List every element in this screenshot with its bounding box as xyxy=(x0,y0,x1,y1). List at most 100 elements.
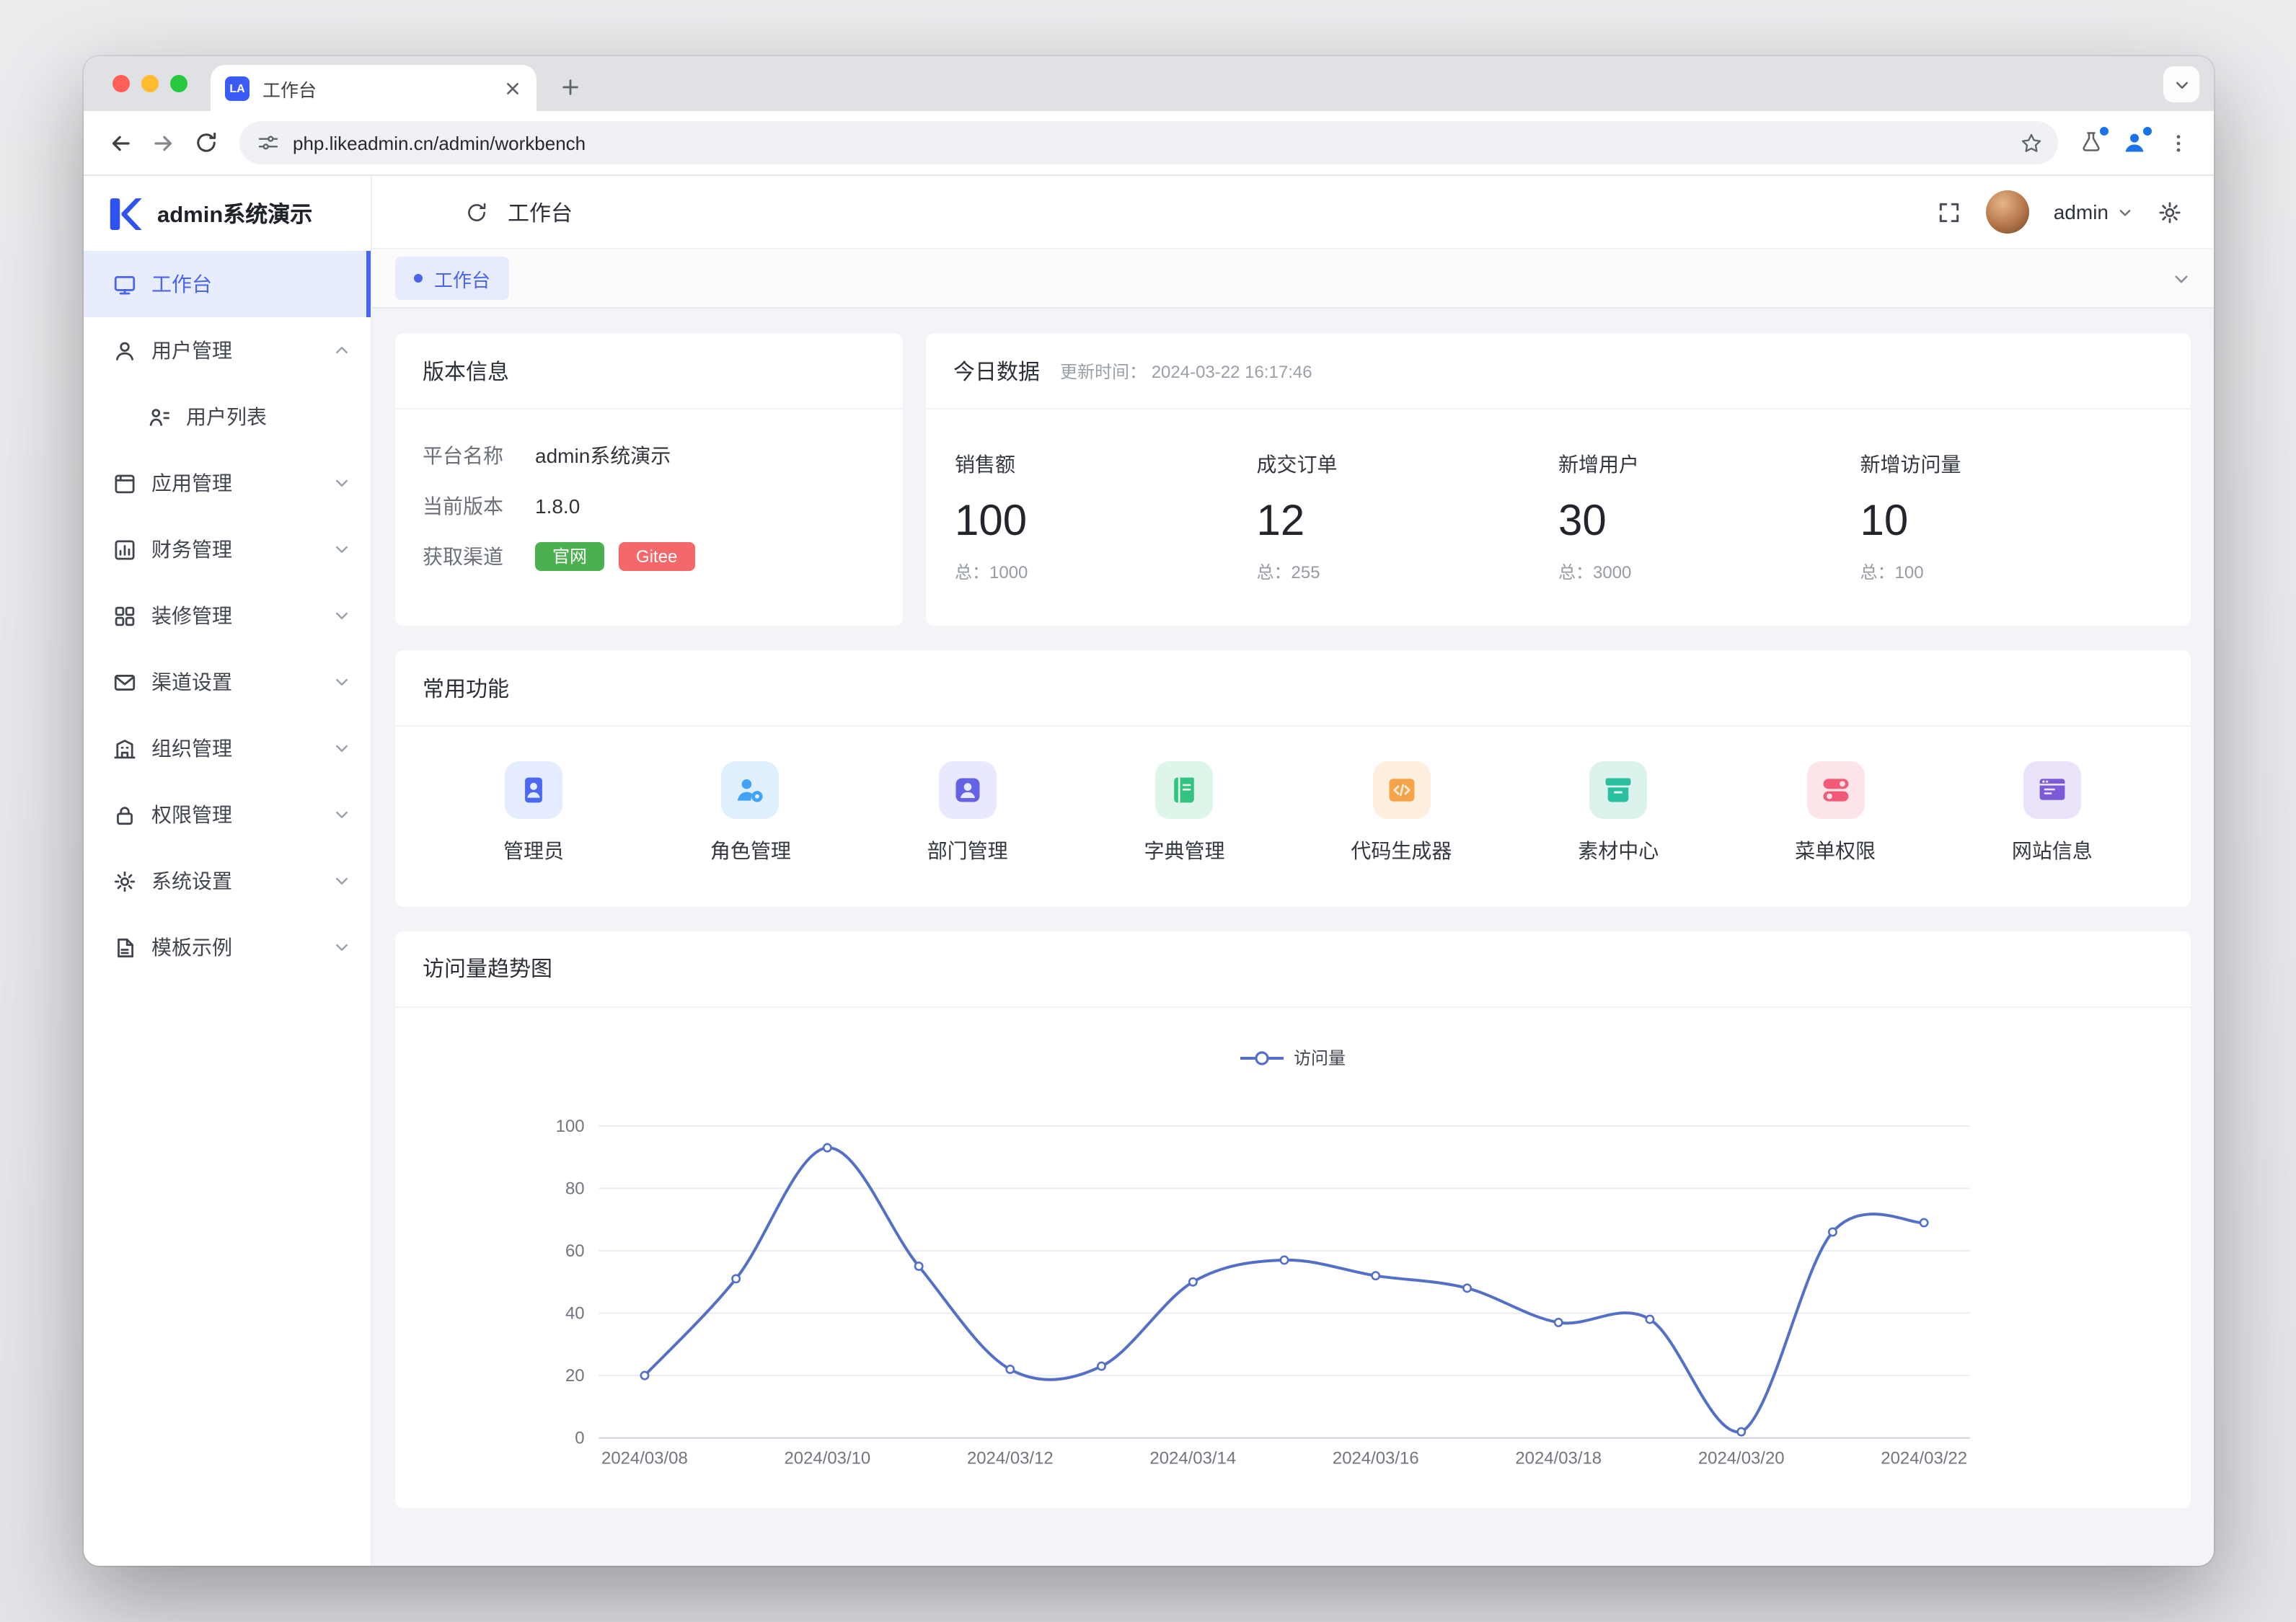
chevron-down-icon xyxy=(333,541,350,558)
svg-text:100: 100 xyxy=(556,1116,585,1135)
channel-tag-官网[interactable]: 官网 xyxy=(535,541,604,570)
quick-item-website-info[interactable]: 网站信息 xyxy=(1992,761,2113,865)
new-tab-button[interactable] xyxy=(551,68,588,105)
profile-icon[interactable] xyxy=(2113,121,2156,164)
labs-beaker-icon[interactable] xyxy=(2070,121,2113,164)
tag-workbench[interactable]: 工作台 xyxy=(395,257,509,300)
quick-item-code-generator[interactable]: 代码生成器 xyxy=(1341,761,1462,865)
chart-legend-item[interactable]: 访问量 xyxy=(395,1037,2191,1080)
sidebar-item-workbench[interactable]: 工作台 xyxy=(84,251,371,317)
today-data-card: 今日数据 更新时间： 2024-03-22 16:17:46 销售额100总：1… xyxy=(926,333,2191,626)
sidebar-item-user-list[interactable]: 用户列表 xyxy=(84,384,371,450)
stat-new-visits: 新增访问量10总：100 xyxy=(1860,450,2163,584)
active-tag-label: 工作台 xyxy=(434,265,490,292)
sidebar-item-label: 系统设置 xyxy=(151,867,319,895)
sidebar-item-org-mgmt[interactable]: 组织管理 xyxy=(84,715,371,781)
role-mgmt-icon xyxy=(722,761,780,819)
svg-text:0: 0 xyxy=(575,1428,584,1448)
quick-item-admin[interactable]: 管理员 xyxy=(473,761,594,865)
quick-item-role-mgmt[interactable]: 角色管理 xyxy=(690,761,811,865)
sidebar-item-permission-mgmt[interactable]: 权限管理 xyxy=(84,781,371,848)
back-button[interactable] xyxy=(98,121,141,164)
quick-item-dept-mgmt[interactable]: 部门管理 xyxy=(907,761,1028,865)
user-dropdown[interactable]: admin xyxy=(2054,200,2133,223)
monitor-icon xyxy=(112,272,137,296)
site-info-icon[interactable] xyxy=(257,131,280,154)
quick-item-label: 部门管理 xyxy=(907,836,1028,865)
sidebar-item-finance-mgmt[interactable]: 财务管理 xyxy=(84,516,371,582)
chevron-down-icon xyxy=(333,939,350,956)
quick-item-label: 管理员 xyxy=(473,836,594,865)
sidebar-item-template-examples[interactable]: 模板示例 xyxy=(84,914,371,980)
active-tag-dot xyxy=(414,274,423,283)
tagbar-chevron-icon[interactable] xyxy=(2172,269,2191,288)
url-text: php.likeadmin.cn/admin/workbench xyxy=(293,132,2019,154)
channel-tag-Gitee[interactable]: Gitee xyxy=(619,541,694,570)
chart-card-title: 访问量趋势图 xyxy=(423,954,552,984)
sidebar-item-user-mgmt[interactable]: 用户管理 xyxy=(84,317,371,384)
fullscreen-icon[interactable] xyxy=(1937,200,1961,224)
user-icon xyxy=(112,338,137,363)
channel-row: 获取渠道官网Gitee xyxy=(423,531,875,581)
app-icon xyxy=(112,471,137,495)
stat-total: 总：1000 xyxy=(955,559,1257,584)
workbench-content: 版本信息 平台名称admin系统演示当前版本1.8.0获取渠道官网Gitee 今… xyxy=(372,309,2214,1566)
stat-value: 30 xyxy=(1558,497,1860,546)
chevron-up-icon xyxy=(333,342,350,359)
stat-label: 成交订单 xyxy=(1257,450,1559,479)
tab-close-icon[interactable] xyxy=(499,75,525,101)
website-info-icon xyxy=(2023,761,2081,819)
sidebar-menu: 工作台用户管理用户列表应用管理财务管理装修管理渠道设置组织管理权限管理系统设置模… xyxy=(84,251,371,1566)
user-list-icon xyxy=(147,404,172,429)
gear-icon xyxy=(112,869,137,893)
svg-text:2024/03/18: 2024/03/18 xyxy=(1515,1448,1602,1468)
sidebar-item-app-mgmt[interactable]: 应用管理 xyxy=(84,450,371,516)
svg-text:80: 80 xyxy=(565,1179,585,1198)
bookmark-star-icon[interactable] xyxy=(2019,130,2044,155)
code-generator-icon xyxy=(1372,761,1430,819)
chevron-down-icon xyxy=(333,872,350,890)
forward-button[interactable] xyxy=(141,121,185,164)
close-window-button[interactable] xyxy=(112,75,130,92)
main-area: 工作台 admin xyxy=(372,176,2214,1566)
version-info-body: 平台名称admin系统演示当前版本1.8.0获取渠道官网Gitee xyxy=(395,409,903,581)
quick-item-dict-mgmt[interactable]: 字典管理 xyxy=(1124,761,1245,865)
browser-tab[interactable]: LA 工作台 xyxy=(211,65,537,111)
chevron-down-icon xyxy=(333,474,350,492)
quick-item-menu-permission[interactable]: 菜单权限 xyxy=(1775,761,1896,865)
svg-text:40: 40 xyxy=(565,1303,585,1323)
profile-dot xyxy=(2143,127,2152,136)
svg-text:60: 60 xyxy=(565,1241,585,1261)
user-avatar[interactable] xyxy=(1986,190,2029,234)
sidebar-item-label: 权限管理 xyxy=(151,800,319,829)
quick-functions: 管理员 角色管理部门管理 字典管理 代码生成器素材中心 菜单权限网站信息 xyxy=(395,727,2191,865)
sidebar-item-system-settings[interactable]: 系统设置 xyxy=(84,848,371,914)
tab-list-chevron-button[interactable] xyxy=(2163,66,2199,102)
sidebar-item-label: 财务管理 xyxy=(151,535,319,564)
reload-button[interactable] xyxy=(185,121,228,164)
stat-label: 新增用户 xyxy=(1558,450,1860,479)
quick-item-label: 字典管理 xyxy=(1124,836,1245,865)
sidebar-item-decoration-mgmt[interactable]: 装修管理 xyxy=(84,582,371,649)
finance-icon xyxy=(112,537,137,562)
app-header: 工作台 admin xyxy=(372,176,2214,249)
fullscreen-window-button[interactable] xyxy=(170,75,187,92)
stat-total: 总：3000 xyxy=(1558,559,1860,584)
stat-value: 10 xyxy=(1860,497,2163,546)
minimize-window-button[interactable] xyxy=(141,75,159,92)
legend-line-icon xyxy=(1240,1050,1284,1067)
today-card-title: 今日数据 xyxy=(953,355,1040,386)
browser-menu-icon[interactable] xyxy=(2156,121,2199,164)
sidebar-item-label: 装修管理 xyxy=(151,601,319,630)
admin-app: admin系统演示 工作台用户管理用户列表应用管理财务管理装修管理渠道设置组织管… xyxy=(84,176,2214,1566)
legend-label: 访问量 xyxy=(1294,1046,1346,1071)
template-icon xyxy=(112,935,137,960)
settings-gear-icon[interactable] xyxy=(2158,200,2182,224)
quick-item-material-center[interactable]: 素材中心 xyxy=(1558,761,1679,865)
quick-item-label: 素材中心 xyxy=(1558,836,1679,865)
refresh-icon[interactable] xyxy=(464,200,489,224)
sidebar-item-channel-settings[interactable]: 渠道设置 xyxy=(84,649,371,715)
svg-text:20: 20 xyxy=(565,1366,585,1386)
sidebar-item-label: 模板示例 xyxy=(151,933,319,962)
address-bar[interactable]: php.likeadmin.cn/admin/workbench xyxy=(239,121,2058,164)
